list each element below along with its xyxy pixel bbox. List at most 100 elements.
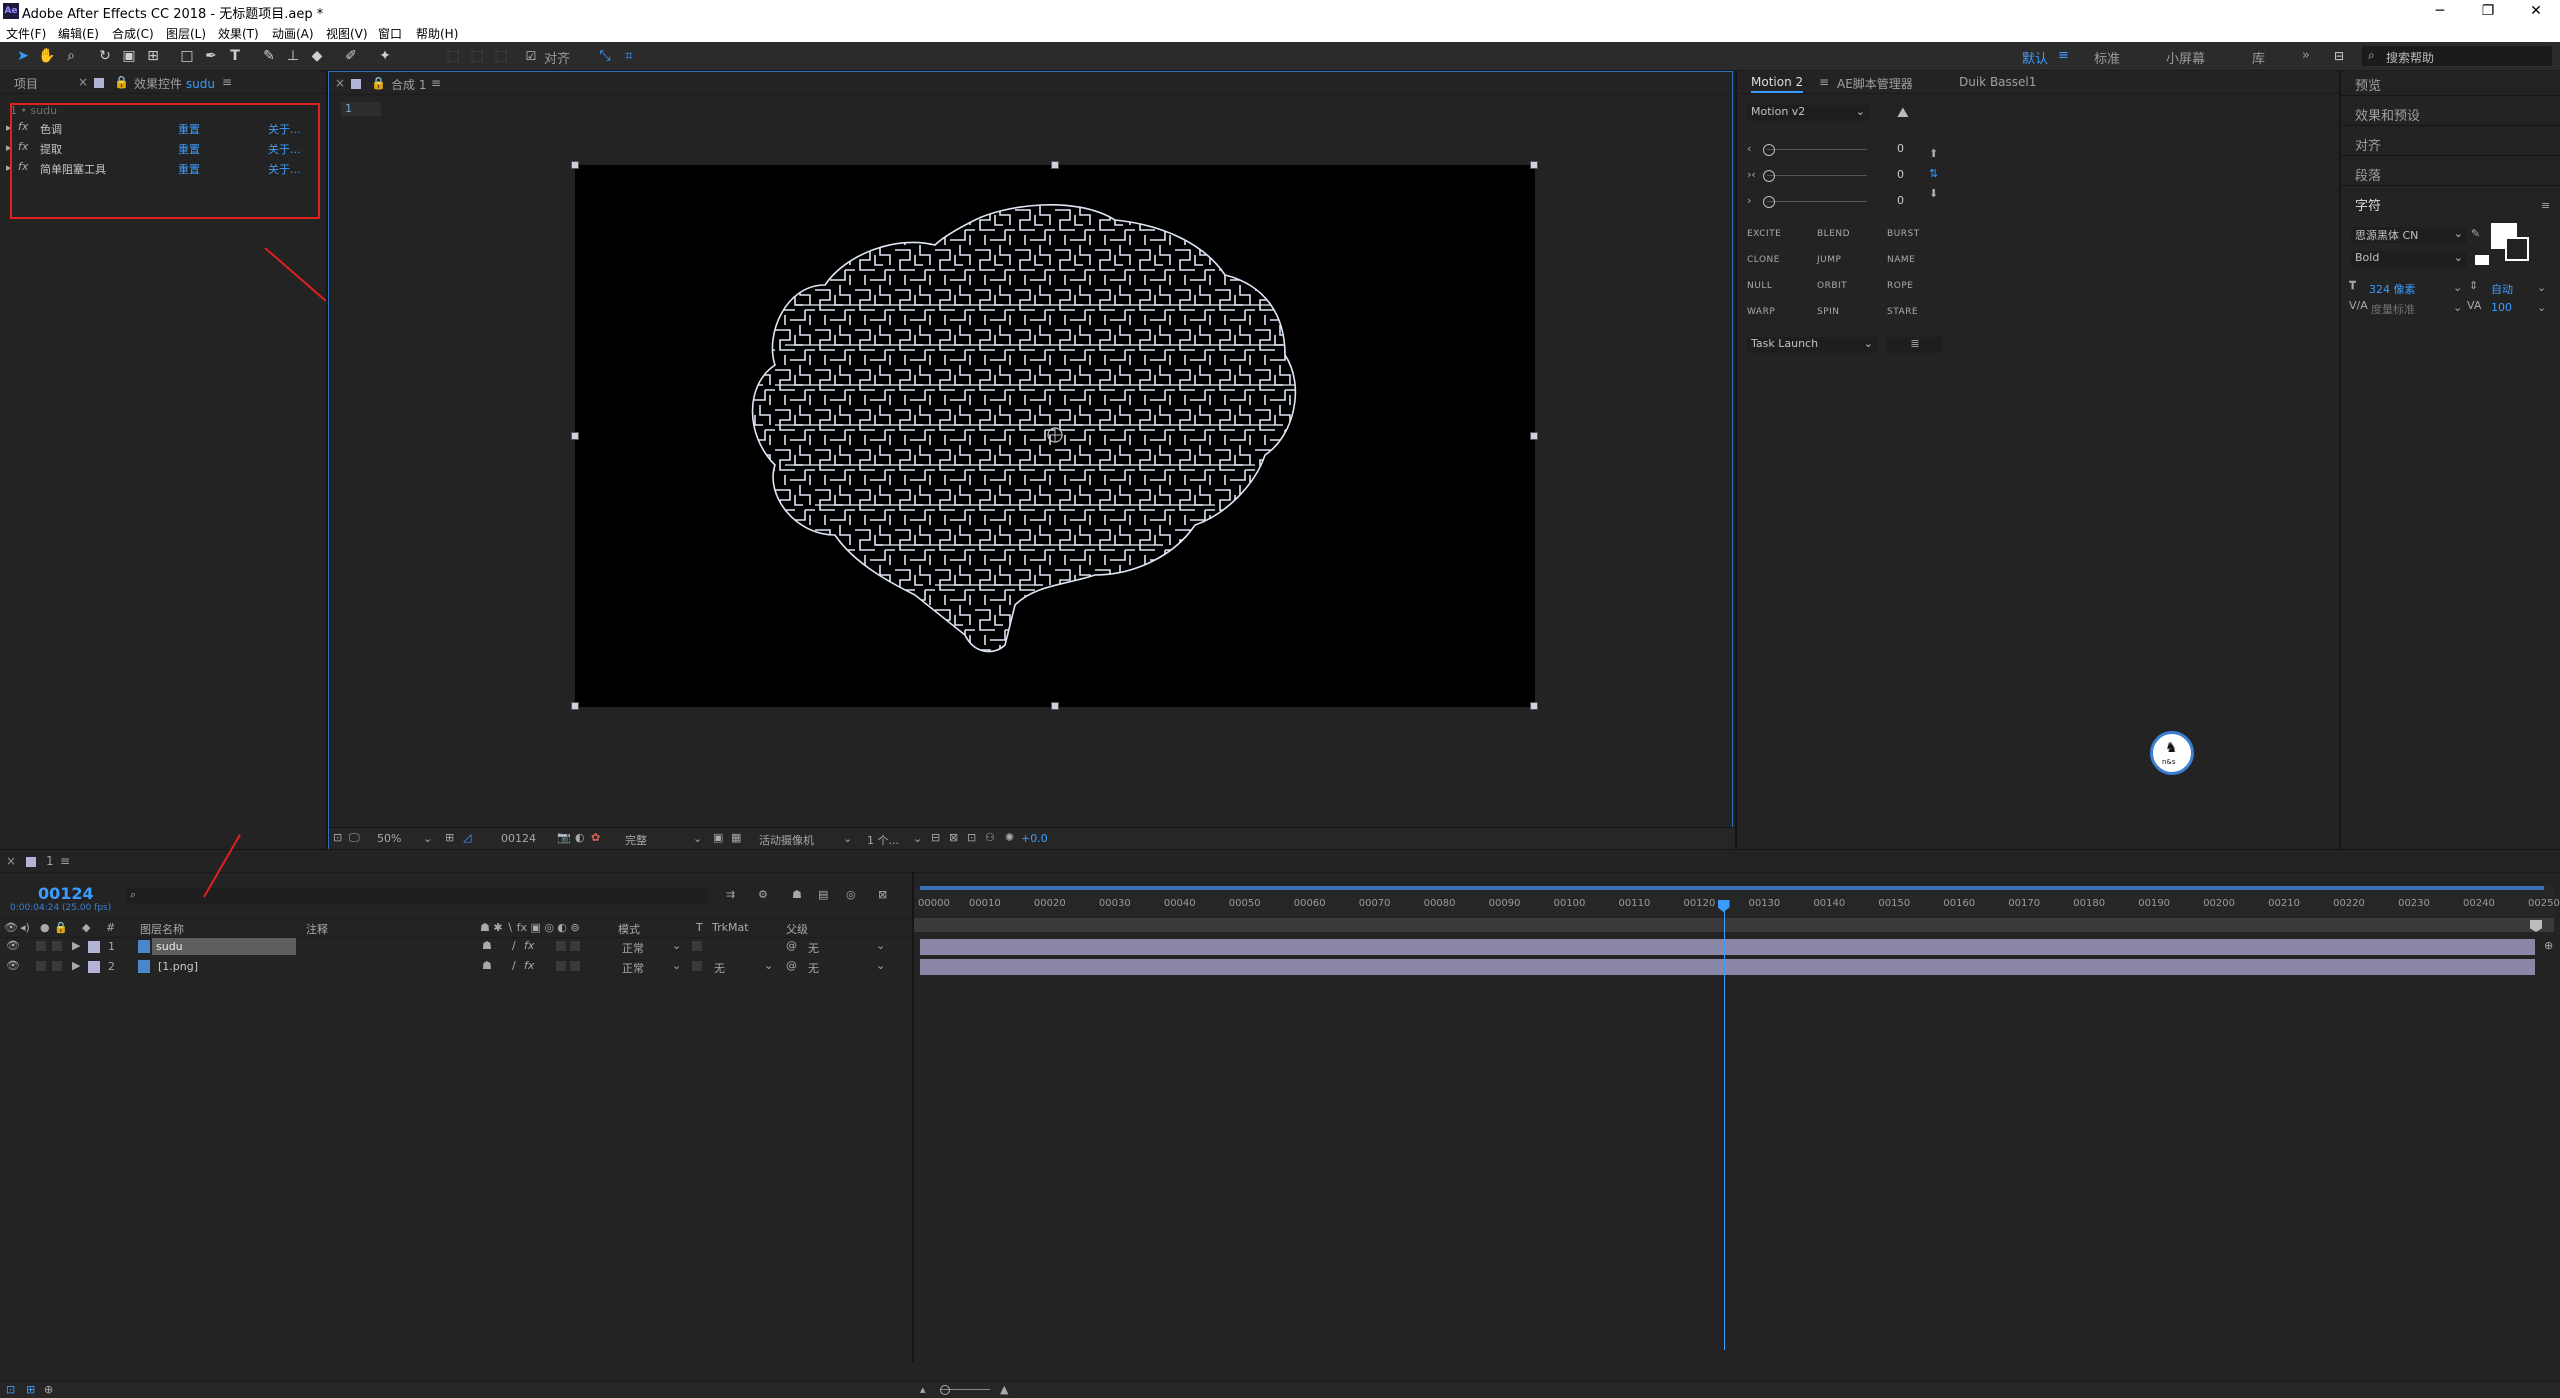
panel-menu-icon[interactable]: ≡ (1819, 75, 1829, 89)
disclosure-triangle-icon[interactable]: ▶ (72, 939, 80, 952)
lock-toggle[interactable] (52, 961, 62, 971)
chevron-down-icon[interactable]: ⌄ (2453, 281, 2462, 294)
lock-toggle[interactable] (52, 941, 62, 951)
quality-switch-icon[interactable]: ∕ (512, 939, 516, 952)
slider-value[interactable]: 0 (1897, 194, 1904, 207)
eye-icon[interactable]: 👁 (6, 959, 20, 972)
parent-select[interactable]: 无 (808, 940, 819, 956)
zoom-tool-icon[interactable]: ⌕ (62, 47, 80, 65)
chevron-down-icon[interactable]: ⌄ (693, 832, 702, 845)
always-preview-icon[interactable]: ⊡ (333, 831, 342, 844)
panel-menu-icon[interactable]: ≡ (60, 854, 70, 868)
anchor-top-icon[interactable]: ⬆ (1929, 147, 1938, 160)
transform-handle[interactable] (1530, 432, 1538, 440)
comp-marker-icon[interactable]: ⊕ (2544, 939, 2553, 952)
show-snapshot-icon[interactable]: ◐ (575, 831, 585, 844)
brush-tool-icon[interactable]: ✎ (260, 47, 278, 65)
current-timecode[interactable]: 00124 (501, 832, 536, 845)
views-select[interactable]: 1 个... (867, 832, 899, 848)
resolution-select[interactable]: 完整 (625, 832, 647, 848)
trkmat-select[interactable]: 无 (714, 960, 725, 976)
chevron-down-icon[interactable]: ⌄ (2453, 301, 2462, 314)
sidebar-item-character[interactable]: 字符 (2355, 195, 2381, 214)
zoom-level-select[interactable]: 50% (377, 832, 401, 845)
white-swatch[interactable] (2475, 255, 2489, 265)
safe-zones-icon[interactable]: ⊞ (445, 831, 454, 844)
mask-visibility-icon[interactable]: ◿ (463, 831, 471, 844)
transform-handle[interactable] (1530, 161, 1538, 169)
font-size-value[interactable]: 324 像素 (2369, 281, 2416, 297)
workspace-small-screen[interactable]: 小屏幕 (2166, 48, 2205, 67)
layer-name-header[interactable]: 图层名称 (140, 921, 184, 937)
work-area-bar[interactable] (920, 886, 2544, 890)
workspace-menu-icon[interactable]: ≡ (2058, 48, 2069, 63)
close-tab-icon[interactable]: × (335, 76, 345, 90)
slider-knob[interactable] (1763, 170, 1775, 182)
monitor-icon[interactable]: 🖵 (349, 831, 360, 845)
timeline-timecode[interactable]: 00124 (38, 884, 94, 903)
playhead[interactable] (1717, 900, 1730, 1350)
orbit-button[interactable]: ORBIT (1817, 281, 1847, 291)
toggle-pixel-aspect-icon[interactable]: ⊟ (931, 831, 940, 844)
eye-icon[interactable]: 👁 (6, 939, 20, 952)
menu-view[interactable]: 视图(V) (326, 25, 368, 42)
roto-brush-tool-icon[interactable]: ✐ (342, 47, 360, 65)
transform-handle[interactable] (1051, 161, 1059, 169)
comp-mini-flowchart-icon[interactable]: ⇉ (726, 888, 735, 901)
snap-option-2-icon[interactable]: ⌗ (620, 47, 638, 65)
chevron-down-icon[interactable]: ⌄ (913, 832, 922, 845)
layer-switches-toggle-icon[interactable]: ⊡ (6, 1383, 15, 1396)
layer-duration-bar[interactable] (920, 939, 2535, 955)
comp-flow-tab[interactable]: 1 (341, 102, 381, 116)
chevron-down-icon[interactable]: ⌄ (843, 832, 852, 845)
motion-blur-icon[interactable]: ◎ (846, 888, 856, 901)
transform-handle[interactable] (571, 161, 579, 169)
trkmat-header[interactable]: TrkMat (712, 921, 749, 934)
exposure-value[interactable]: +0.0 (1021, 832, 1048, 845)
sidebar-item-paragraph[interactable]: 段落 (2355, 165, 2381, 184)
leading-value[interactable]: 自动 (2491, 281, 2513, 297)
rectangle-tool-icon[interactable]: □ (178, 47, 196, 65)
chevron-down-icon[interactable]: ⌄ (764, 959, 773, 972)
preserve-transparency-toggle[interactable] (692, 941, 702, 951)
shy-layers-icon[interactable]: ☗ (792, 888, 802, 901)
tab-duik-bassel[interactable]: Duik Bassel1 (1959, 75, 2036, 89)
font-style-select[interactable]: Bold ⌄ (2351, 251, 2467, 267)
motion-slider-row[interactable]: ›‹ 0 (1747, 168, 1947, 183)
sidebar-item-effects-presets[interactable]: 效果和预设 (2355, 105, 2420, 124)
pick-whip-icon[interactable]: @ (786, 939, 797, 952)
layer-row[interactable]: 👁 ▶ 1 sudu ☗ ∕ fx 正常 ⌄ @ 无 ⌄ (0, 937, 912, 957)
draft-3d-icon[interactable]: ⚙ (758, 888, 768, 901)
minimize-button[interactable]: ─ (2420, 0, 2460, 22)
panel-menu-icon[interactable]: ≡ (222, 75, 232, 89)
panel-menu-icon[interactable]: ≡ (431, 76, 441, 90)
anchor-bottom-icon[interactable]: ⬇ (1929, 187, 1938, 200)
spin-button[interactable]: SPIN (1817, 307, 1840, 317)
stare-button[interactable]: STARE (1887, 307, 1918, 317)
tab-motion2[interactable]: Motion 2 (1751, 75, 1804, 93)
menu-effect[interactable]: 效果(T) (218, 25, 259, 42)
menu-animation[interactable]: 动画(A) (272, 25, 314, 42)
menu-edit[interactable]: 编辑(E) (58, 25, 99, 42)
tracking-value[interactable]: 100 (2491, 301, 2512, 314)
eraser-tool-icon[interactable]: ◆ (308, 47, 326, 65)
transform-handle[interactable] (571, 702, 579, 710)
search-help-toggle-icon[interactable]: ⊟ (2330, 47, 2348, 65)
camera-tool-icon[interactable]: ▣ (120, 47, 138, 65)
frame-blending-icon[interactable]: ▤ (818, 888, 828, 901)
camera-select[interactable]: 活动摄像机 (759, 832, 814, 848)
tab-composition-1[interactable]: 合成 1 (391, 76, 426, 93)
composition-canvas[interactable] (571, 161, 1538, 710)
tab-effect-controls[interactable]: 效果控件 sudu (134, 75, 215, 92)
mode-select[interactable]: 正常 (622, 940, 644, 956)
menu-window[interactable]: 窗口 (378, 25, 402, 42)
lock-icon[interactable]: 🔒 (114, 75, 129, 89)
preserve-transparency-toggle[interactable] (692, 961, 702, 971)
close-tab-icon[interactable]: × (78, 75, 88, 89)
shy-switch-icon[interactable]: ☗ (482, 939, 492, 952)
motion-version-select[interactable]: Motion v2 ⌄ (1747, 105, 1869, 121)
motion-curve-icon[interactable]: ⛰ (1897, 105, 1909, 121)
maximize-button[interactable]: ❐ (2468, 0, 2508, 22)
chevron-down-icon[interactable]: ⌄ (423, 832, 432, 845)
workspace-default[interactable]: 默认 (2022, 48, 2048, 67)
